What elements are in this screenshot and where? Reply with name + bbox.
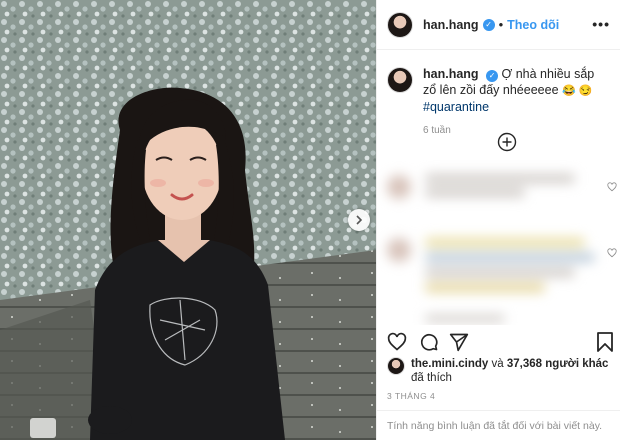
likes-line2: đã thích [411, 372, 452, 384]
likes-count[interactable]: 37,368 [507, 358, 542, 370]
photo-scene [0, 0, 376, 440]
likes-text: the.mini.cindy và 37,368 người khác đã t… [411, 357, 608, 385]
follow-button[interactable]: Theo dõi [507, 18, 559, 32]
more-options-icon[interactable]: ••• [592, 16, 610, 32]
liker-username[interactable]: the.mini.cindy [411, 358, 488, 370]
likes-summary: the.mini.cindy và 37,368 người khác đã t… [387, 357, 608, 385]
bookmark-icon[interactable] [597, 332, 613, 352]
comment-heart-icon[interactable] [607, 182, 617, 192]
instagram-post: han.hang ✓ • Theo dõi ••• han.hang ✓ Ợ n… [0, 0, 620, 440]
blurred-content [377, 160, 620, 325]
heart-icon[interactable] [387, 332, 407, 352]
verified-icon: ✓ [486, 70, 499, 82]
post-date[interactable]: 3 THÁNG 4 [387, 391, 435, 401]
avatar[interactable] [387, 11, 413, 38]
separator-dot: • [498, 17, 504, 32]
verified-icon: ✓ [482, 18, 495, 31]
action-bar [377, 328, 620, 358]
likes-suffix[interactable]: người khác [545, 358, 608, 370]
post-side-panel: han.hang ✓ • Theo dõi ••• han.hang ✓ Ợ n… [376, 0, 620, 440]
post-photo[interactable] [0, 0, 376, 440]
post-caption: han.hang ✓ Ợ nhà nhiều sắp zổ lên zồi đấ… [377, 50, 620, 139]
comment-heart-icon[interactable] [607, 248, 617, 258]
comments-disabled-notice: Tính năng bình luận đã tắt đối với bài v… [377, 410, 620, 440]
caption-username[interactable]: han.hang [423, 67, 479, 81]
blurred-comments [377, 160, 620, 325]
likes-connector: và [491, 358, 504, 370]
next-arrow-icon [356, 215, 363, 225]
caption-body: han.hang ✓ Ợ nhà nhiều sắp zổ lên zồi đấ… [423, 66, 610, 139]
caption-emoji: 😂 😏 [562, 85, 593, 97]
next-photo-button[interactable] [348, 209, 370, 231]
post-header: han.hang ✓ • Theo dõi ••• [377, 0, 620, 50]
share-icon[interactable] [449, 332, 469, 352]
liker-avatar[interactable] [387, 357, 405, 375]
hashtag-link[interactable]: #quarantine [423, 100, 489, 114]
add-comment-icon[interactable] [497, 132, 517, 152]
comment-icon[interactable] [419, 332, 439, 352]
header-username[interactable]: han.hang [423, 18, 479, 32]
caption-avatar[interactable] [387, 67, 413, 93]
